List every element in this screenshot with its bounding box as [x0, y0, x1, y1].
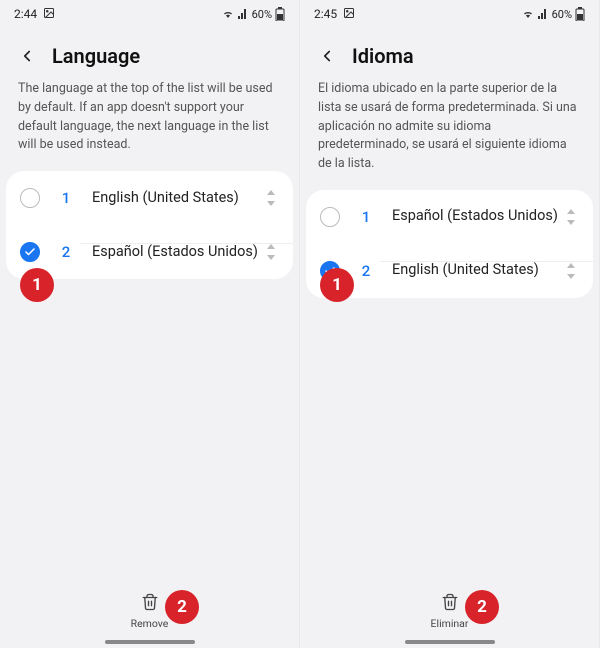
- callout-badge: 1: [320, 268, 354, 302]
- trash-icon[interactable]: [141, 593, 159, 615]
- description: The language at the top of the list will…: [0, 76, 299, 171]
- header: Idioma: [300, 28, 599, 76]
- language-label: Español (Estados Unidos): [80, 243, 263, 262]
- signal-icon: [237, 8, 249, 20]
- battery-icon: [275, 7, 285, 21]
- language-row[interactable]: 1 English (United States): [6, 171, 293, 225]
- nav-pill: [405, 640, 495, 644]
- drag-handle-icon[interactable]: [563, 263, 579, 279]
- row-index: 1: [352, 208, 380, 226]
- callout-badge: 1: [20, 268, 54, 302]
- picture-icon: [343, 7, 355, 22]
- drag-handle-icon[interactable]: [563, 209, 579, 225]
- radio-checked[interactable]: [20, 242, 40, 262]
- row-index: 2: [352, 262, 380, 280]
- status-bar: 2:44 60%: [0, 0, 299, 28]
- status-bar: 2:45 60%: [300, 0, 599, 28]
- row-index: 2: [52, 243, 80, 261]
- back-icon[interactable]: [318, 47, 336, 65]
- language-row[interactable]: 1 Español (Estados Unidos): [306, 190, 593, 244]
- nav-pill: [105, 640, 195, 644]
- language-list: 1 English (United States) 2 Español (Est…: [6, 171, 293, 279]
- callout-badge: 2: [465, 590, 499, 624]
- callout-badge: 2: [165, 590, 199, 624]
- remove-label[interactable]: Remove: [131, 617, 169, 630]
- language-label: Español (Estados Unidos): [380, 207, 563, 226]
- drag-handle-icon[interactable]: [263, 244, 279, 260]
- remove-label[interactable]: Eliminar: [431, 617, 469, 630]
- language-row[interactable]: 2 Español (Estados Unidos): [6, 225, 293, 279]
- wifi-icon: [522, 8, 534, 20]
- header: Language: [0, 28, 299, 76]
- page-title: Language: [52, 44, 140, 68]
- radio-unchecked[interactable]: [20, 188, 40, 208]
- language-label: English (United States): [80, 189, 263, 208]
- bottom-bar: Remove: [0, 593, 299, 630]
- battery-percent: 60%: [252, 8, 272, 21]
- picture-icon: [43, 7, 55, 22]
- page-title: Idioma: [352, 44, 414, 68]
- signal-icon: [537, 8, 549, 20]
- battery-percent: 60%: [552, 8, 572, 21]
- pane-right: 2:45 60% Idioma El idioma ubicado en la …: [300, 0, 600, 648]
- pane-left: 2:44 60% Language The language at the to…: [0, 0, 300, 648]
- drag-handle-icon[interactable]: [263, 190, 279, 206]
- language-label: English (United States): [380, 261, 563, 280]
- wifi-icon: [222, 8, 234, 20]
- trash-icon[interactable]: [441, 593, 459, 615]
- status-time: 2:44: [14, 7, 37, 21]
- description: El idioma ubicado en la parte superior d…: [300, 76, 599, 190]
- back-icon[interactable]: [18, 47, 36, 65]
- status-time: 2:45: [314, 7, 337, 21]
- row-index: 1: [52, 189, 80, 207]
- battery-icon: [575, 7, 585, 21]
- radio-unchecked[interactable]: [320, 207, 340, 227]
- bottom-bar: Eliminar: [300, 593, 599, 630]
